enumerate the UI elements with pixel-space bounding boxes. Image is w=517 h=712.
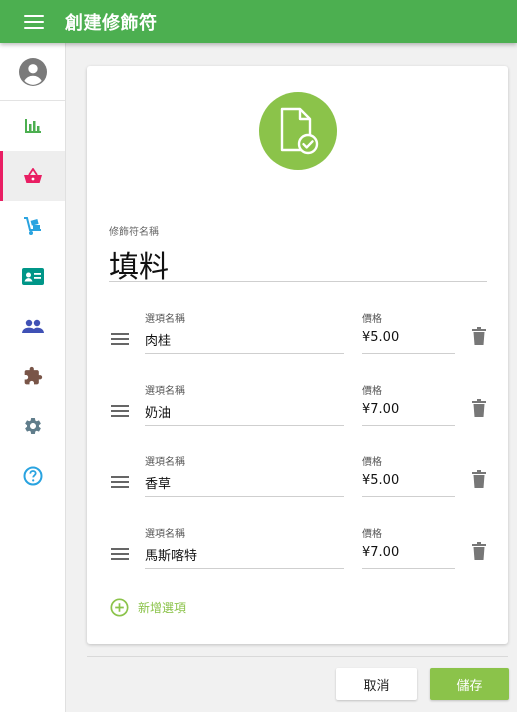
option-name-underline xyxy=(145,568,344,569)
option-price-underline xyxy=(362,568,455,569)
sidebar-item-inventory[interactable] xyxy=(0,201,65,251)
modifier-name-underline xyxy=(109,281,487,282)
option-name-label: 選項名稱 xyxy=(145,314,185,325)
sidebar-item-settings[interactable] xyxy=(0,401,65,451)
option-row: 選項名稱 奶油 價格 ¥7.00 xyxy=(87,381,508,441)
contact-card-icon xyxy=(21,267,44,285)
menu-icon[interactable] xyxy=(24,14,44,29)
sidebar-item-products[interactable] xyxy=(0,151,65,201)
people-icon xyxy=(21,319,44,333)
option-row: 選項名稱 香草 價格 ¥5.00 xyxy=(87,452,508,512)
account-icon xyxy=(18,57,47,86)
option-name-label: 選項名稱 xyxy=(145,529,185,540)
puzzle-icon xyxy=(24,366,42,385)
modifier-name-input[interactable]: 填料 xyxy=(109,242,169,286)
modifier-hero-badge xyxy=(259,92,337,170)
option-price-label: 價格 xyxy=(362,386,382,397)
add-option-button[interactable]: 新增選項 xyxy=(110,598,186,617)
sidebar-item-integrations[interactable] xyxy=(0,351,65,401)
trash-icon xyxy=(472,327,486,345)
option-price-input[interactable]: ¥7.00 xyxy=(362,545,399,560)
option-row: 選項名稱 肉桂 價格 ¥5.00 xyxy=(87,309,508,369)
add-circle-icon xyxy=(110,598,129,617)
save-button[interactable]: 儲存 xyxy=(430,668,509,700)
drag-handle-icon[interactable] xyxy=(111,405,129,417)
modifier-name-label: 修飾符名稱 xyxy=(109,227,159,238)
option-name-underline xyxy=(145,353,344,354)
delete-option-button[interactable] xyxy=(472,327,486,349)
hand-truck-icon xyxy=(23,217,41,235)
cancel-button[interactable]: 取消 xyxy=(336,668,417,700)
option-name-underline xyxy=(145,496,344,497)
option-price-label: 價格 xyxy=(362,529,382,540)
drag-handle-icon[interactable] xyxy=(111,333,129,345)
trash-icon xyxy=(472,470,486,488)
option-price-input[interactable]: ¥5.00 xyxy=(362,330,399,345)
shopping-basket-icon xyxy=(23,168,42,183)
option-row: 選項名稱 馬斯喀特 價格 ¥7.00 xyxy=(87,524,508,584)
modifier-form-card: 修飾符名稱 填料 選項名稱 肉桂 價格 ¥5.00 選項名稱 奶油 價格 ¥7.… xyxy=(87,66,508,644)
option-name-input[interactable]: 奶油 xyxy=(145,402,171,421)
sidebar-item-customers[interactable] xyxy=(0,251,65,301)
sidebar-item-help[interactable] xyxy=(0,451,65,501)
trash-icon xyxy=(472,399,486,417)
footer-divider xyxy=(87,656,508,657)
page-title: 創建修飾符 xyxy=(65,12,158,34)
option-name-input[interactable]: 肉桂 xyxy=(145,330,171,349)
option-name-label: 選項名稱 xyxy=(145,457,185,468)
option-price-input[interactable]: ¥5.00 xyxy=(362,473,399,488)
document-check-icon xyxy=(280,107,319,155)
bar-chart-icon xyxy=(24,119,41,133)
option-name-input[interactable]: 馬斯喀特 xyxy=(145,545,197,564)
sidebar xyxy=(0,43,66,712)
option-name-underline xyxy=(145,425,344,426)
delete-option-button[interactable] xyxy=(472,470,486,492)
option-price-underline xyxy=(362,425,455,426)
trash-icon xyxy=(472,542,486,560)
option-price-label: 價格 xyxy=(362,314,382,325)
option-name-label: 選項名稱 xyxy=(145,386,185,397)
option-price-underline xyxy=(362,496,455,497)
sidebar-item-employees[interactable] xyxy=(0,301,65,351)
delete-option-button[interactable] xyxy=(472,542,486,564)
drag-handle-icon[interactable] xyxy=(111,476,129,488)
drag-handle-icon[interactable] xyxy=(111,548,129,560)
help-icon xyxy=(23,466,42,486)
option-price-input[interactable]: ¥7.00 xyxy=(362,402,399,417)
option-price-label: 價格 xyxy=(362,457,382,468)
sidebar-avatar[interactable] xyxy=(0,43,65,101)
app-bar: 創建修飾符 xyxy=(0,0,517,43)
add-option-label: 新增選項 xyxy=(138,601,187,615)
option-name-input[interactable]: 香草 xyxy=(145,473,171,492)
delete-option-button[interactable] xyxy=(472,399,486,421)
sidebar-item-reports[interactable] xyxy=(0,101,65,151)
gear-icon xyxy=(24,418,41,434)
option-price-underline xyxy=(362,353,455,354)
